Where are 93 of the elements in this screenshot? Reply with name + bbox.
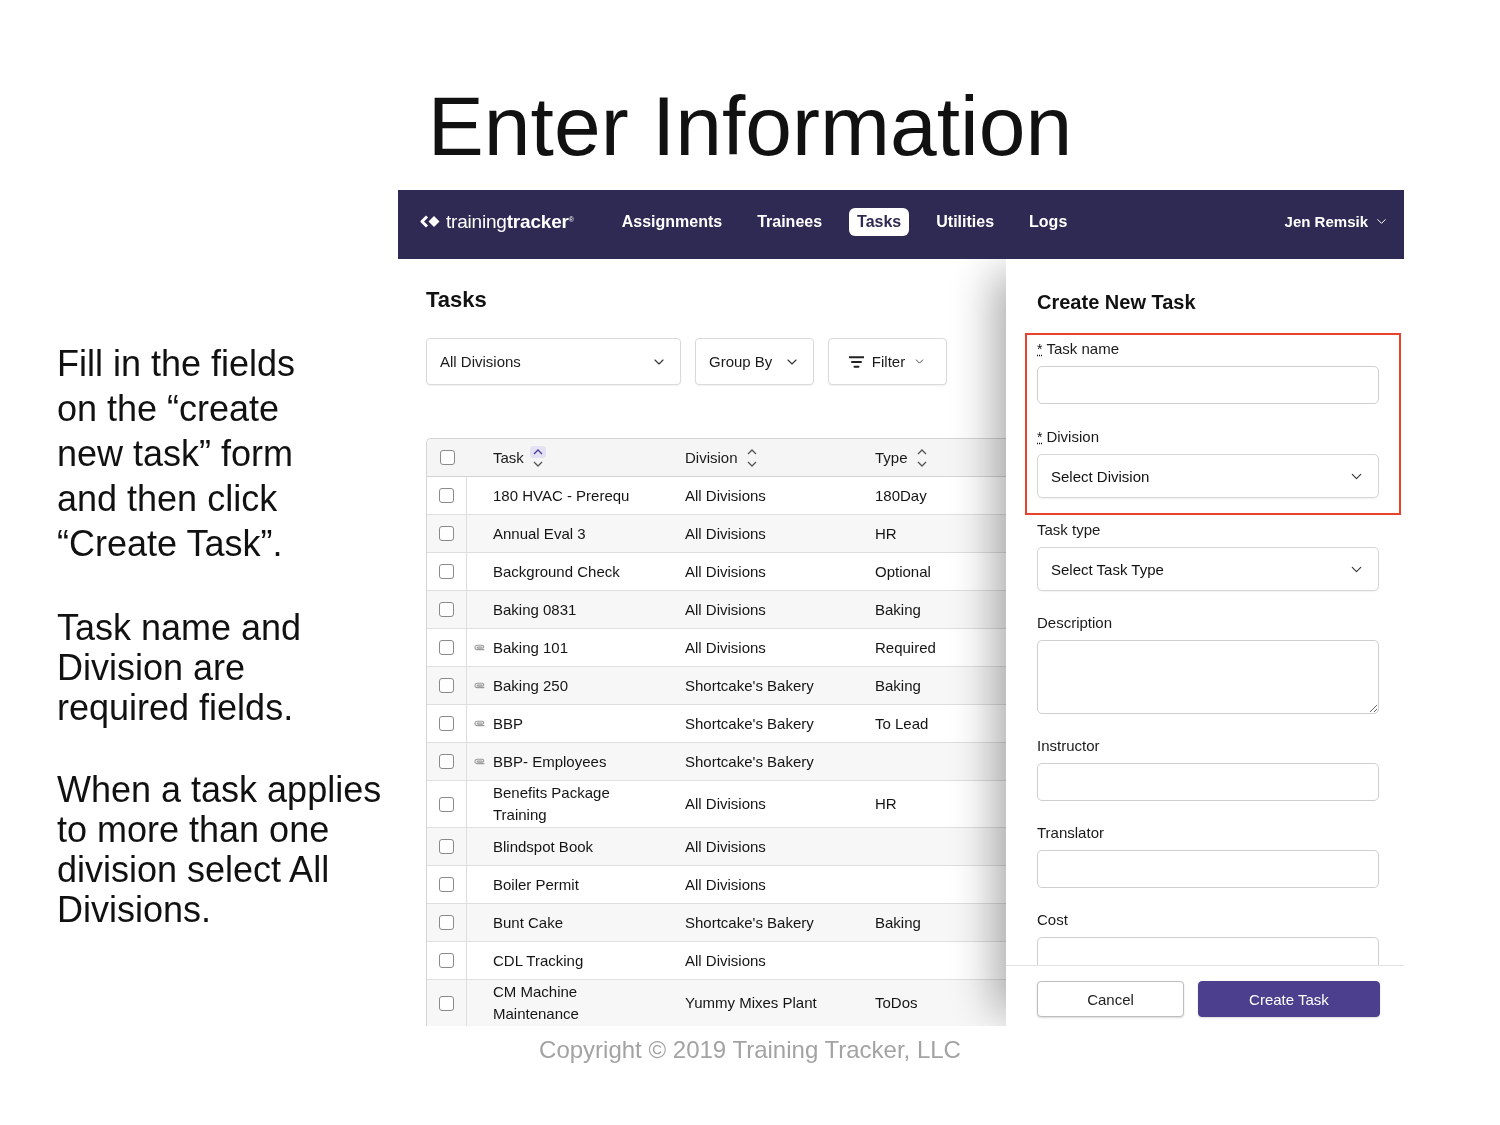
division-name: Shortcake's Bakery: [685, 751, 814, 772]
field-label: Task name: [1046, 339, 1119, 359]
field-label: Translator: [1037, 823, 1104, 843]
task-name: Baking 250: [493, 675, 569, 696]
task-name: Baking 101: [493, 637, 569, 658]
dropdown[interactable]: Select Task Type: [1037, 547, 1379, 591]
task-name: 180 HVAC - Prerequ: [493, 485, 630, 506]
checkbox[interactable]: [439, 877, 454, 892]
input-field[interactable]: [1037, 366, 1379, 404]
dropdown[interactable]: Select Division: [1037, 454, 1379, 498]
checkbox[interactable]: [439, 995, 454, 1011]
division-name: Shortcake's Bakery: [685, 713, 814, 734]
task-name: Background Check: [493, 561, 620, 582]
checkbox[interactable]: [439, 839, 454, 854]
division-name: All Divisions: [685, 599, 766, 620]
checkbox[interactable]: [439, 526, 454, 541]
filter-button[interactable]: Filter: [828, 338, 947, 385]
nav-tab[interactable]: Utilities: [928, 207, 1003, 236]
task-name: CM Machine Maintenance: [493, 982, 580, 1024]
column-header[interactable]: Type: [875, 447, 908, 468]
task-type: Optional: [875, 561, 931, 582]
checkbox[interactable]: [439, 488, 454, 503]
required-mark: *: [1037, 340, 1043, 359]
task-name: Bunt Cake: [493, 912, 564, 933]
checkbox[interactable]: [439, 716, 454, 731]
field-label: Instructor: [1037, 736, 1100, 756]
input-field[interactable]: [1037, 763, 1379, 801]
task-type: Required: [875, 637, 936, 658]
division-name: All Divisions: [685, 523, 766, 544]
field-label: Task type: [1037, 520, 1101, 540]
task-name: Annual Eval 3: [493, 523, 586, 544]
division-name: Yummy Mixes Plant: [685, 993, 817, 1013]
task-name: Benefits Package Training: [493, 783, 611, 825]
task-name: BBP- Employees: [493, 751, 607, 772]
field-label: Division: [1046, 427, 1099, 447]
checkbox[interactable]: [439, 450, 455, 465]
division-name: All Divisions: [685, 874, 766, 895]
dropdown[interactable]: All Divisions: [426, 338, 681, 385]
page-heading: Tasks: [426, 286, 487, 314]
checkbox[interactable]: [439, 754, 454, 769]
logo-mark-icon: [420, 215, 441, 228]
checkbox[interactable]: [439, 678, 454, 693]
division-name: All Divisions: [685, 561, 766, 582]
text-area-field[interactable]: [1037, 640, 1379, 714]
task-name: CDL Tracking: [493, 950, 584, 971]
checkbox[interactable]: [439, 953, 454, 968]
note-text: Task name and Division are required fields.: [57, 608, 302, 728]
nav-tab[interactable]: Trainees: [749, 207, 831, 236]
column-header[interactable]: Division: [685, 447, 738, 468]
checkbox[interactable]: [439, 915, 454, 930]
division-name: All Divisions: [685, 836, 766, 857]
task-type: Baking: [875, 675, 921, 696]
note-text: When a task applies to more than one division select All Divisions.: [57, 770, 382, 930]
field-label: Description: [1037, 613, 1113, 633]
nav-tab[interactable]: Tasks: [849, 207, 910, 236]
form-heading: Create New Task: [1037, 290, 1196, 314]
column-header[interactable]: Task: [493, 447, 524, 468]
dropdown[interactable]: Group By: [695, 338, 814, 385]
task-type: Baking: [875, 599, 921, 620]
checkbox[interactable]: [439, 640, 454, 655]
division-name: Shortcake's Bakery: [685, 912, 814, 933]
copyright-text: Copyright © 2019 Training Tracker, LLC: [539, 1035, 961, 1065]
task-type: 180Day: [875, 485, 927, 506]
filter-icon: [848, 355, 864, 368]
division-name: Shortcake's Bakery: [685, 675, 814, 696]
nav-tab[interactable]: Assignments: [613, 207, 731, 236]
input-field[interactable]: [1037, 937, 1379, 965]
slide-title: Enter Information: [427, 84, 1073, 168]
checkbox[interactable]: [439, 564, 454, 579]
secondary-button[interactable]: Cancel: [1037, 981, 1184, 1017]
user-menu[interactable]: Jen Remsik: [1284, 213, 1389, 230]
task-type: HR: [875, 794, 897, 814]
checkbox[interactable]: [439, 602, 454, 617]
required-mark: *: [1037, 428, 1043, 447]
logo-text: trainingtracker$^{®}$: [446, 210, 574, 233]
task-name: Boiler Permit: [493, 874, 579, 895]
task-name: BBP: [493, 713, 523, 734]
task-type: To Lead: [875, 713, 929, 734]
field-label: Cost: [1037, 910, 1068, 930]
division-name: All Divisions: [685, 950, 766, 971]
input-field[interactable]: [1037, 850, 1379, 888]
division-name: All Divisions: [685, 485, 766, 506]
division-name: All Divisions: [685, 794, 766, 814]
task-name: Blindspot Book: [493, 836, 594, 857]
task-type: HR: [875, 523, 897, 544]
task-type: ToDos: [875, 993, 918, 1013]
note-text: Fill in the fields on the “create new task” form and then click “Create Task”.: [57, 342, 296, 566]
primary-button[interactable]: Create Task: [1198, 981, 1380, 1017]
checkbox[interactable]: [439, 796, 454, 812]
task-type: Baking: [875, 912, 921, 933]
nav-tab[interactable]: Logs: [1021, 207, 1076, 236]
task-name: Baking 0831: [493, 599, 577, 620]
division-name: All Divisions: [685, 637, 766, 658]
